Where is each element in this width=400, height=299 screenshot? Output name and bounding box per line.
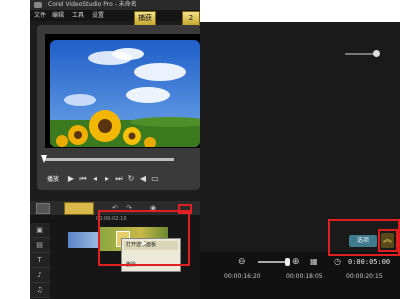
- track-title-header[interactable]: T: [30, 253, 50, 268]
- video-track-icon: ▣: [36, 226, 43, 234]
- playback-controls: 播放 ▶ ⏮ ◂ ▸ ⏭ ↻ ◀ ▭: [44, 173, 200, 187]
- menu-file[interactable]: 文件: [34, 10, 46, 21]
- play-mode-button[interactable]: 播放: [44, 173, 62, 187]
- volume-slider-handle[interactable]: [373, 50, 380, 57]
- time-tick-3: 00:00:20:15: [346, 273, 383, 280]
- sunflower-photo: [50, 40, 200, 147]
- highlight-box-toolbar: [178, 204, 192, 214]
- preview-scrubber[interactable]: [44, 158, 174, 161]
- next-frame-icon[interactable]: ▸: [102, 173, 112, 185]
- timeline-view-icon[interactable]: [64, 202, 94, 215]
- music-track-icon: ♫: [36, 286, 43, 294]
- screen-icon[interactable]: ▭: [150, 173, 160, 185]
- title-bar: Corel VideoStudio Pro - 未命名: [30, 0, 200, 10]
- highlight-box-timeline: [98, 210, 190, 266]
- menu-edit[interactable]: 编辑: [52, 10, 64, 21]
- menu-settings[interactable]: 设置: [92, 10, 104, 21]
- repeat-icon[interactable]: ↻: [126, 173, 136, 185]
- step-tabs: 捕获 2: [130, 10, 200, 26]
- voice-track-icon: ♪: [37, 271, 42, 279]
- time-tick-2: 00:00:18:05: [286, 273, 323, 280]
- window-title: Corel VideoStudio Pro - 未命名: [48, 1, 137, 8]
- app-logo-icon: [34, 2, 42, 8]
- prev-frame-icon[interactable]: ◂: [90, 173, 100, 185]
- zoom-out-icon[interactable]: ⊖: [238, 257, 246, 267]
- timecode-display[interactable]: 0:00:05:00: [348, 258, 390, 266]
- right-top-blank: [200, 0, 400, 22]
- volume-icon[interactable]: ◀: [138, 173, 148, 185]
- preview-image: [50, 40, 200, 147]
- track-voice-header[interactable]: ♪: [30, 268, 50, 283]
- title-track-icon: T: [37, 256, 42, 264]
- play-icon[interactable]: ▶: [66, 173, 76, 185]
- menu-tools[interactable]: 工具: [72, 10, 84, 21]
- volume-slider[interactable]: [345, 53, 375, 55]
- go-start-icon[interactable]: ⏮: [78, 173, 88, 185]
- fit-project-icon[interactable]: ▦: [310, 257, 318, 266]
- overlay-track-icon: ▤: [36, 241, 43, 249]
- track-overlay-header[interactable]: ▤: [30, 238, 50, 253]
- track-music-header[interactable]: ♫: [30, 283, 50, 298]
- clock-icon: ◷: [334, 257, 341, 266]
- highlight-box-expand: [378, 229, 398, 252]
- track-video-header[interactable]: ▣: [30, 223, 50, 238]
- time-tick-1: 00:00:16:20: [224, 273, 261, 280]
- tab-capture[interactable]: 捕获: [134, 11, 156, 26]
- zoom-slider[interactable]: [258, 261, 288, 263]
- storyboard-view-icon[interactable]: [36, 203, 50, 214]
- video-clip[interactable]: [68, 232, 98, 248]
- tab-edit[interactable]: 2: [182, 11, 200, 26]
- zoom-slider-handle[interactable]: [285, 258, 290, 266]
- go-end-icon[interactable]: ⏭: [114, 173, 124, 185]
- zoom-in-icon[interactable]: ⊕: [292, 257, 300, 267]
